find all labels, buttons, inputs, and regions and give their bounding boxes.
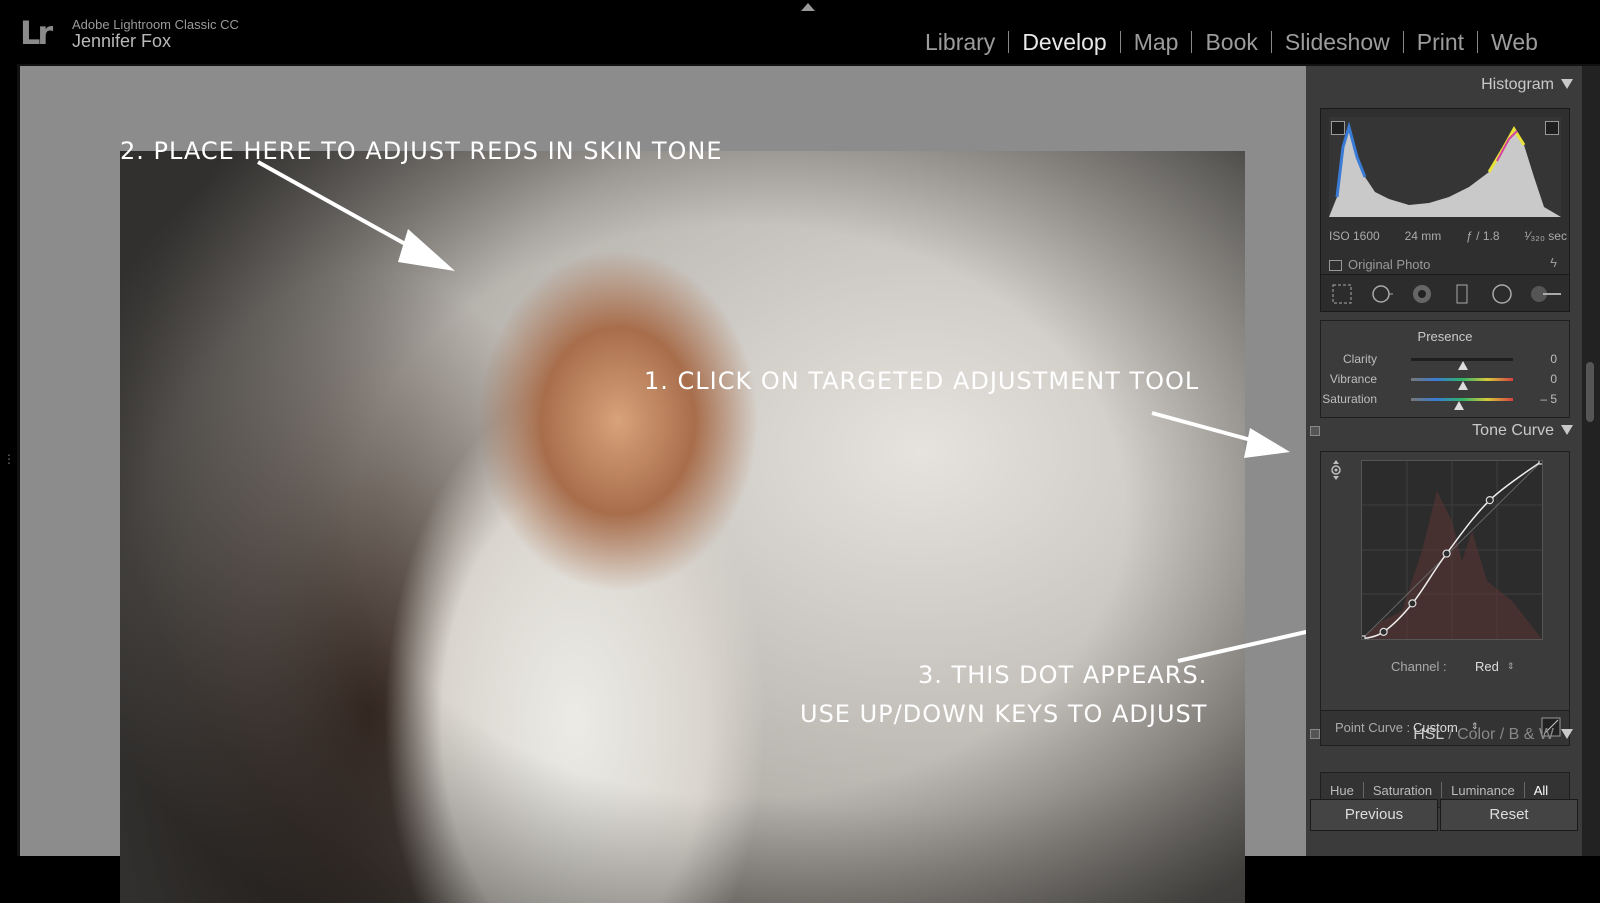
hsl-tab-group: HSL / Color / B & W: [1413, 726, 1554, 743]
tone-curve-title: Tone Curve: [1472, 422, 1554, 439]
saturation-value[interactable]: – 5: [1540, 392, 1557, 406]
module-develop[interactable]: Develop: [1009, 29, 1119, 56]
curve-point[interactable]: [1408, 599, 1417, 608]
panel-scrollbar[interactable]: [1582, 66, 1600, 856]
original-photo-label: Original Photo: [1348, 257, 1431, 272]
module-web[interactable]: Web: [1478, 29, 1551, 56]
exif-info: ISO 1600 24 mm ƒ / 1.8 ¹⁄₃₂₀ sec: [1329, 229, 1567, 243]
saturation-slider-row: Saturation – 5: [1321, 391, 1569, 410]
user-name: Jennifer Fox: [72, 31, 172, 51]
subtab-saturation[interactable]: Saturation: [1364, 783, 1441, 798]
histogram-svg: [1329, 121, 1561, 217]
channel-label: Channel :: [1391, 659, 1447, 674]
curve-point[interactable]: [1538, 461, 1542, 465]
radial-filter-icon[interactable]: [1491, 283, 1513, 305]
presence-section: Presence Clarity 0 Vibrance 0 Saturation…: [1320, 320, 1570, 418]
clarity-value[interactable]: 0: [1550, 352, 1557, 366]
shutter-speed: ¹⁄₃₂₀ sec: [1524, 229, 1567, 243]
module-slideshow[interactable]: Slideshow: [1272, 29, 1403, 56]
tone-curve-switch[interactable]: [1310, 426, 1320, 436]
photo-preview[interactable]: [120, 151, 1245, 903]
vibrance-slider[interactable]: [1411, 378, 1513, 390]
vibrance-label: Vibrance: [1329, 372, 1377, 386]
clarity-thumb[interactable]: [1458, 361, 1468, 370]
collapse-triangle-icon[interactable]: [1561, 425, 1573, 435]
hsl-switch[interactable]: [1310, 729, 1320, 739]
clarity-label: Clarity: [1342, 352, 1377, 366]
tool-strip: [1320, 274, 1570, 312]
panel-scrollbar-thumb[interactable]: [1586, 362, 1594, 422]
image-view: [20, 66, 1306, 903]
module-print[interactable]: Print: [1404, 29, 1477, 56]
graduated-filter-icon[interactable]: [1451, 283, 1473, 305]
shadow-clipping-icon[interactable]: [1331, 121, 1345, 135]
annotation-step3-line2: USE UP/DOWN KEYS TO ADJUST: [800, 700, 1208, 728]
collapse-triangle-icon[interactable]: [1561, 79, 1573, 89]
histogram-title: Histogram: [1481, 76, 1554, 93]
module-book[interactable]: Book: [1192, 29, 1270, 56]
presence-title: Presence: [1417, 329, 1473, 344]
histogram-box: ISO 1600 24 mm ƒ / 1.8 ¹⁄₃₂₀ sec Origina…: [1320, 108, 1570, 278]
app-name: Adobe Lightroom Classic CC: [72, 17, 239, 32]
grid-crop-icon[interactable]: [1331, 283, 1353, 305]
top-bar: Lr Adobe Lightroom Classic CC Jennifer F…: [0, 0, 1600, 64]
curve-point[interactable]: [1442, 549, 1451, 558]
reset-button[interactable]: Reset: [1440, 799, 1578, 831]
focal-length: 24 mm: [1404, 229, 1442, 243]
tab-hsl[interactable]: HSL: [1413, 726, 1444, 743]
vibrance-slider-row: Vibrance 0: [1321, 371, 1569, 390]
histogram-graph[interactable]: [1329, 117, 1561, 217]
highlight-clipping-icon[interactable]: [1545, 121, 1559, 135]
channel-stepper-icon[interactable]: ⇕: [1507, 661, 1515, 672]
tone-curve-header[interactable]: Tone Curve: [1306, 416, 1582, 446]
saturation-label: Saturation: [1322, 392, 1377, 406]
develop-right-panel: Histogram ISO 1600 24 mm ƒ / 1.8 ¹⁄₃₂₀ s…: [1306, 66, 1582, 856]
collapse-triangle-icon[interactable]: [1561, 729, 1573, 739]
aperture-value: ƒ / 1.8: [1466, 229, 1500, 243]
curve-point[interactable]: [1362, 635, 1366, 639]
flash-icon: ϟ: [1550, 255, 1557, 270]
tab-bw[interactable]: B & W: [1509, 726, 1554, 743]
tone-curve-graph[interactable]: [1361, 460, 1543, 640]
previous-button[interactable]: Previous: [1310, 799, 1438, 831]
subtab-hue[interactable]: Hue: [1321, 783, 1363, 798]
original-photo-checkbox[interactable]: [1329, 260, 1342, 272]
clarity-slider[interactable]: [1411, 358, 1513, 370]
lightroom-logo: Lr: [20, 14, 53, 52]
saturation-thumb[interactable]: [1454, 401, 1464, 410]
annotation-step2: 2. PLACE HERE TO ADJUST REDS IN SKIN TON…: [120, 137, 723, 165]
adjustment-brush-icon[interactable]: [1529, 283, 1563, 305]
channel-value[interactable]: Red: [1475, 659, 1499, 674]
annotation-step1: 1. CLICK ON TARGETED ADJUSTMENT TOOL: [644, 367, 1200, 395]
collapse-top-panel-icon[interactable]: [801, 3, 815, 11]
module-map[interactable]: Map: [1121, 29, 1192, 56]
subtab-all[interactable]: All: [1525, 783, 1557, 798]
curve-point[interactable]: [1379, 627, 1388, 636]
annotation-step3-line1: 3. THIS DOT APPEARS.: [918, 661, 1208, 689]
hsl-header: HSL / Color / B & W: [1306, 720, 1582, 750]
subtab-luminance[interactable]: Luminance: [1442, 783, 1524, 798]
module-library[interactable]: Library: [912, 29, 1008, 56]
vibrance-value[interactable]: 0: [1550, 372, 1557, 386]
curve-point[interactable]: [1485, 496, 1494, 505]
red-eye-icon[interactable]: [1411, 283, 1433, 305]
tone-curve-section: Channel : Red ⇕: [1320, 451, 1570, 711]
expand-left-panel-icon[interactable]: ⋮: [3, 452, 15, 466]
photo-vignette: [120, 151, 1245, 903]
histogram-header[interactable]: Histogram: [1306, 70, 1582, 100]
vibrance-thumb[interactable]: [1458, 381, 1468, 390]
targeted-adjustment-tool-icon[interactable]: [1329, 460, 1343, 480]
iso-value: ISO 1600: [1329, 229, 1380, 243]
tone-curve-svg: [1362, 461, 1542, 639]
spot-removal-icon[interactable]: [1371, 283, 1393, 305]
module-picker: Library Develop Map Book Slideshow Print…: [912, 26, 1551, 58]
clarity-slider-row: Clarity 0: [1321, 351, 1569, 370]
saturation-slider[interactable]: [1411, 398, 1513, 410]
original-photo-toggle[interactable]: Original Photo: [1329, 257, 1430, 272]
tab-color[interactable]: Color: [1457, 726, 1495, 743]
